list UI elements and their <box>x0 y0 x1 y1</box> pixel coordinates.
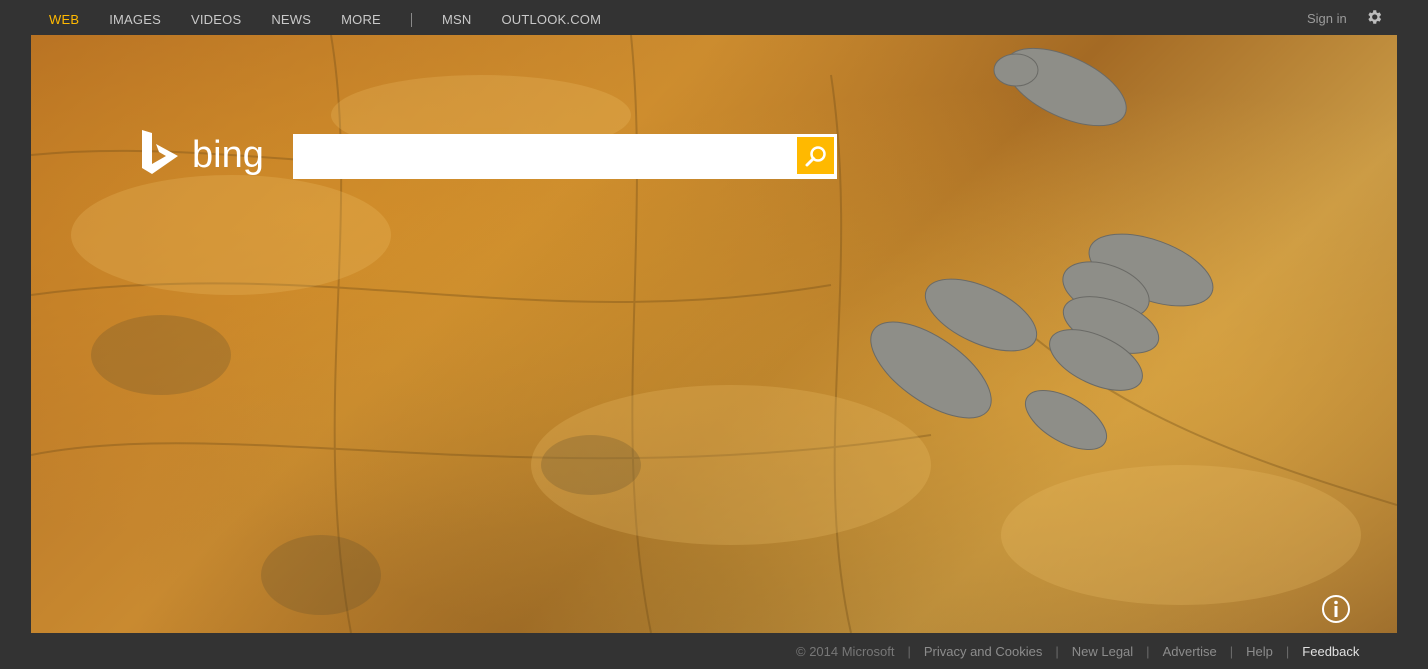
footer-separator: | <box>1146 644 1150 659</box>
bing-wordmark: bing <box>192 134 264 176</box>
search-box <box>293 134 837 179</box>
info-icon[interactable] <box>1321 594 1351 624</box>
search-input[interactable] <box>293 134 793 179</box>
sign-in-link[interactable]: Sign in <box>1307 11 1347 26</box>
footer-separator: | <box>1229 644 1234 659</box>
nav-images[interactable]: IMAGES <box>109 12 161 27</box>
search-button[interactable] <box>797 137 834 174</box>
nav-videos[interactable]: VIDEOS <box>191 12 241 27</box>
footer-link-privacy[interactable]: Privacy and Cookies <box>924 644 1043 659</box>
footer: © 2014 Microsoft | Privacy and Cookies | New… <box>796 644 1359 659</box>
footer-link-feedback[interactable]: Feedback <box>1302 644 1359 659</box>
footer-link-new-legal[interactable]: New Legal <box>1072 644 1133 659</box>
nav-links: WEB IMAGES VIDEOS NEWS MORE MSN OUTLOOK.… <box>49 12 631 27</box>
nav-news[interactable]: NEWS <box>271 12 311 27</box>
footer-separator: | <box>1285 644 1290 659</box>
copyright-text: © 2014 Microsoft <box>796 644 895 659</box>
nav-msn[interactable]: MSN <box>442 12 472 27</box>
nav-outlook[interactable]: OUTLOOK.COM <box>501 12 601 27</box>
top-nav-bar: WEB IMAGES VIDEOS NEWS MORE MSN OUTLOOK.… <box>0 0 1428 35</box>
footer-separator: | <box>1055 644 1059 659</box>
footer-link-help[interactable]: Help <box>1246 644 1273 659</box>
footer-link-advertise[interactable]: Advertise <box>1163 644 1217 659</box>
hero-background-image: bing <box>31 35 1397 633</box>
search-icon <box>805 145 826 166</box>
gear-icon[interactable] <box>1365 8 1383 26</box>
bing-logo[interactable]: bing <box>140 128 275 180</box>
nav-more[interactable]: MORE <box>341 12 381 27</box>
nav-divider <box>410 12 412 27</box>
footer-separator: | <box>907 644 911 659</box>
nav-web[interactable]: WEB <box>49 12 79 27</box>
grassland-elephants-photo <box>31 35 1397 633</box>
